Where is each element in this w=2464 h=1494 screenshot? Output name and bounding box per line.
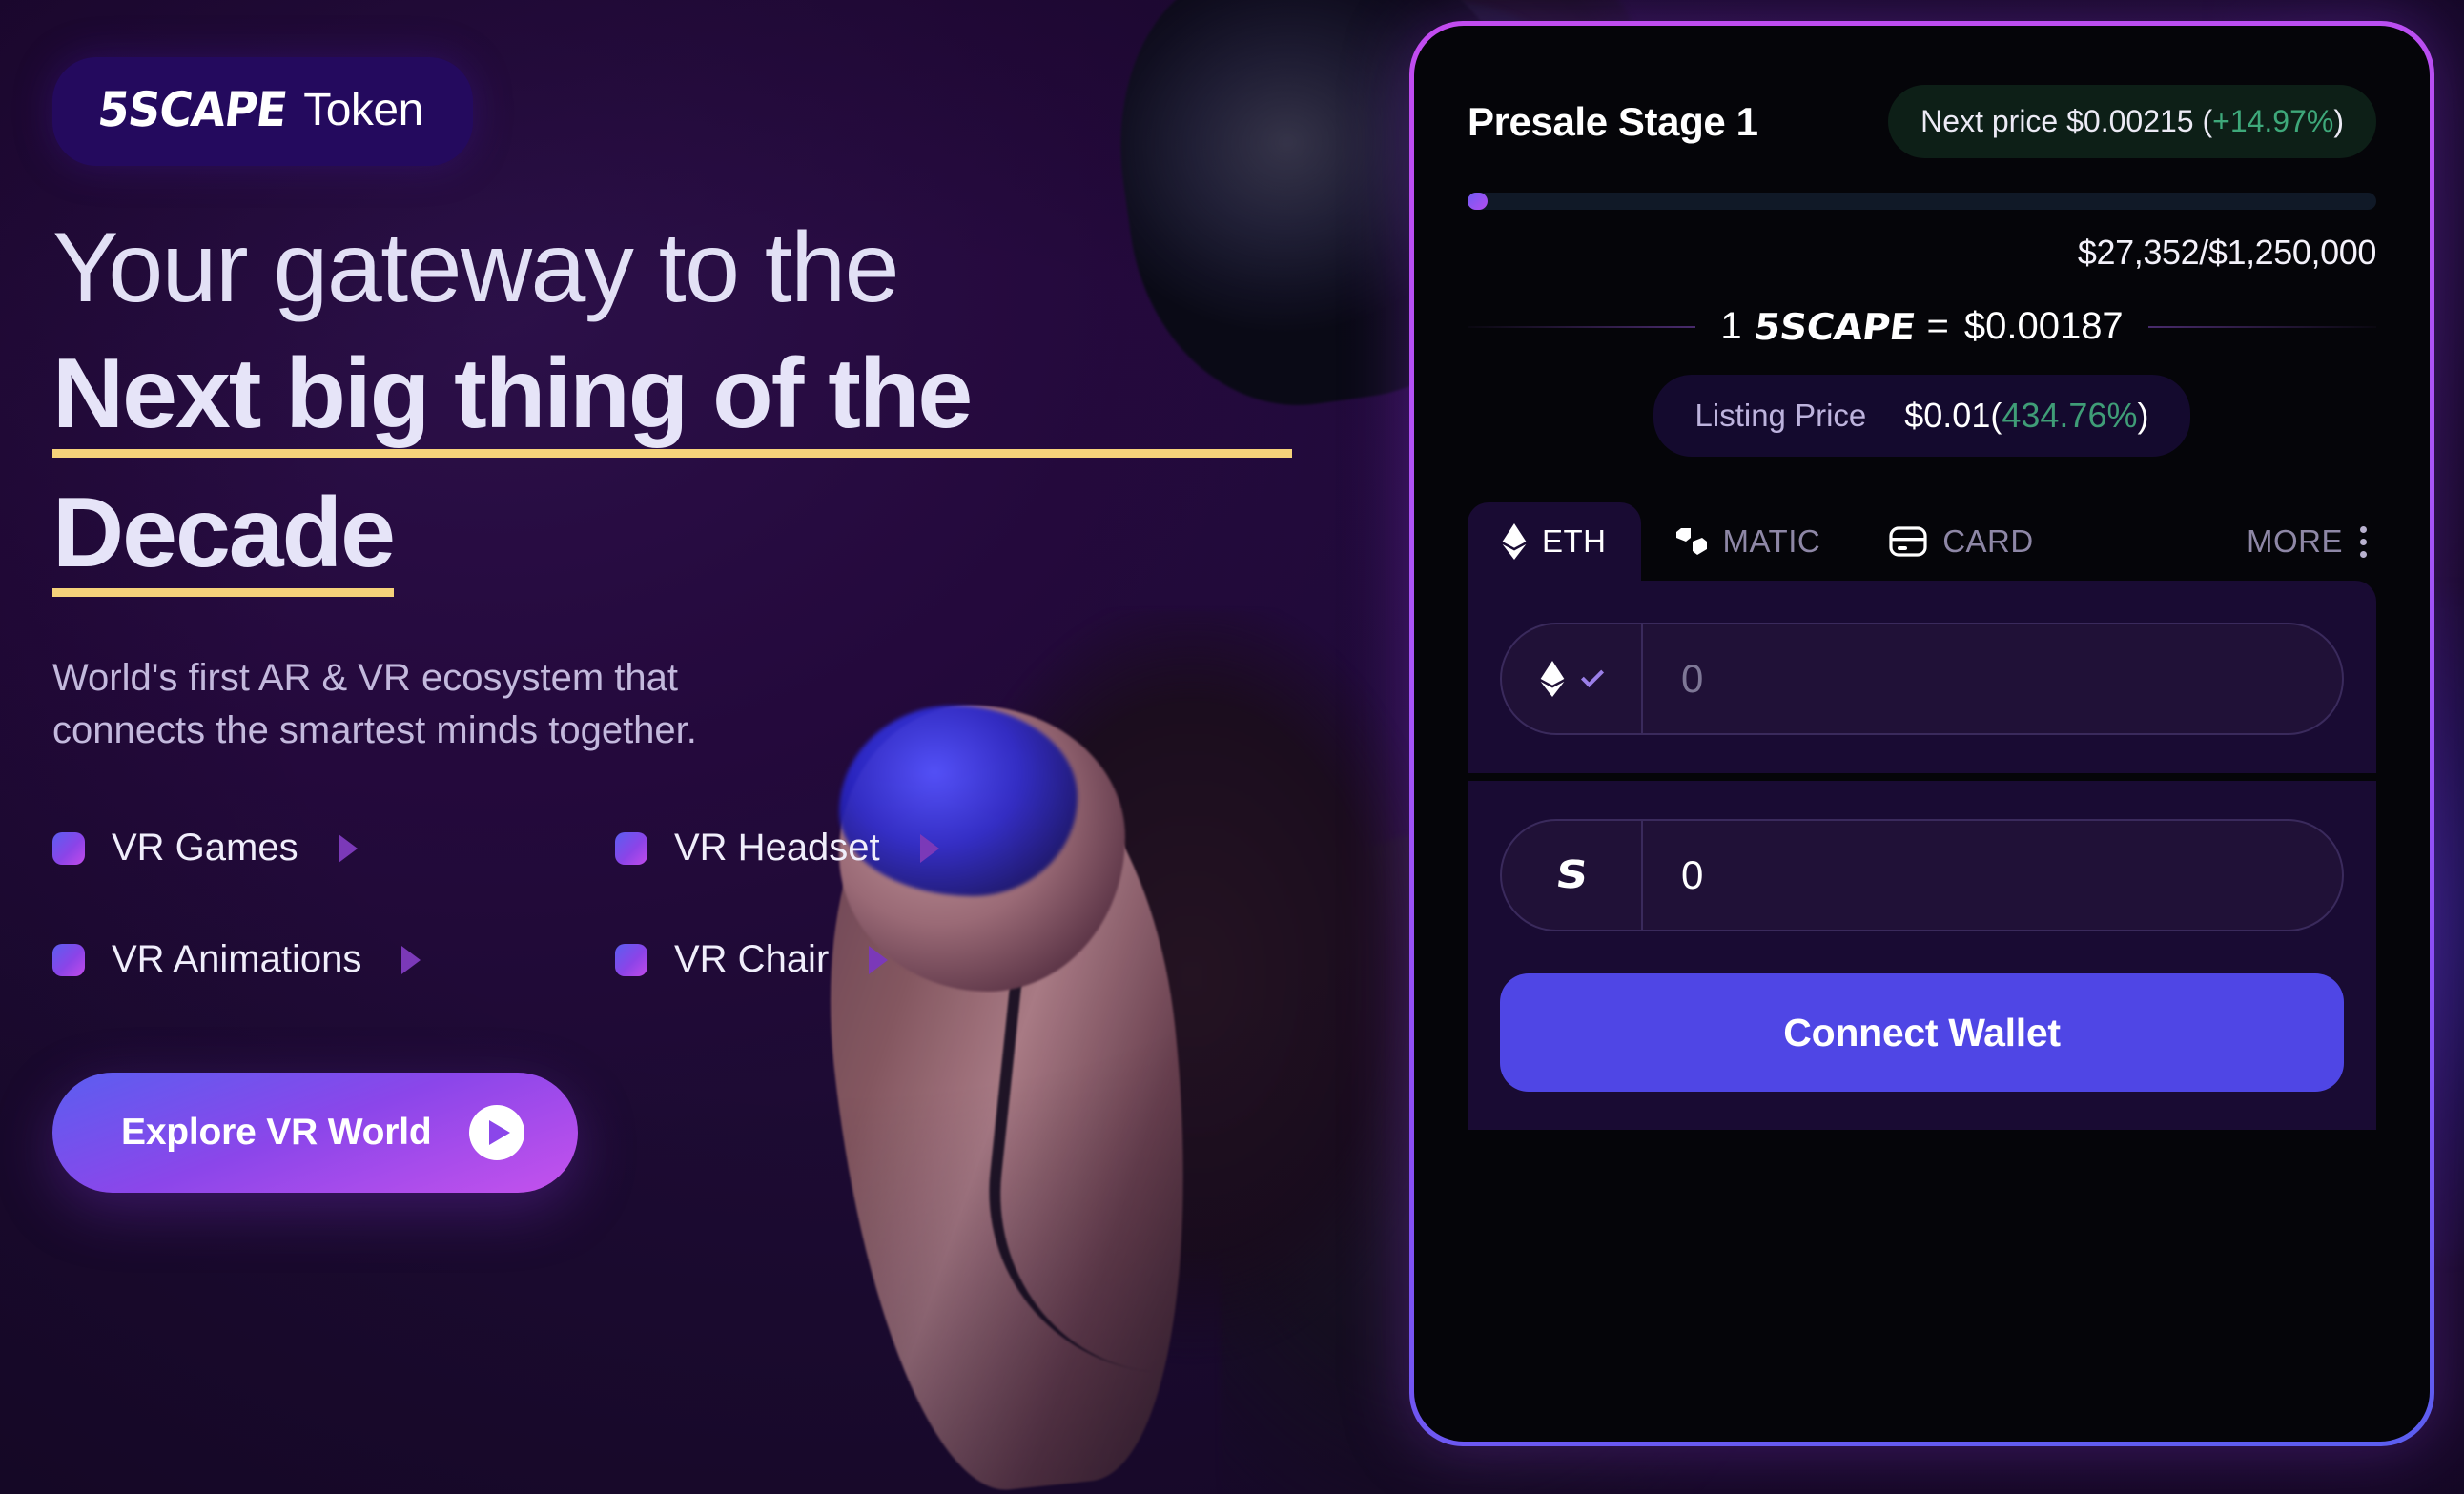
kebab-menu-icon[interactable]	[2360, 525, 2367, 558]
presale-widget: Presale Stage 1 Next price $0.00215 (+14…	[1409, 21, 2434, 1446]
ethereum-icon	[1540, 661, 1565, 697]
feature-label: VR Chair	[674, 938, 830, 981]
listing-paren-close: )	[2137, 396, 2149, 435]
square-gradient-icon	[615, 943, 647, 976]
listing-paren-open: (	[1990, 396, 2002, 435]
headline-line-2: Next big thing of the	[52, 343, 1292, 459]
progress-fill	[1468, 193, 1488, 210]
page-title: Your gateway to the Next big thing of th…	[52, 213, 1292, 598]
tab-eth[interactable]: ETH	[1468, 502, 1641, 581]
brand-logo-mark: 5SCAPE	[94, 82, 290, 137]
feature-label: VR Animations	[112, 938, 362, 981]
play-arrow-icon	[401, 945, 421, 974]
next-price-prefix: Next price $0.00215 (	[1920, 104, 2213, 138]
rate-equals: =	[1926, 305, 1949, 347]
next-price-suffix: )	[2333, 104, 2344, 138]
progress-amount-label: $27,352/$1,250,000	[2077, 233, 2377, 272]
hero-content: 5SCAPE Token Your gateway to the Next bi…	[52, 57, 1292, 1194]
square-gradient-icon	[615, 831, 647, 865]
presale-stage-title: Presale Stage 1	[1468, 98, 1758, 144]
feature-item-vr-animations[interactable]: VR Animations	[52, 938, 615, 981]
feature-item-vr-headset[interactable]: VR Headset	[615, 827, 1178, 870]
headline-line-3: Decade	[52, 482, 396, 598]
next-price-badge: Next price $0.00215 (+14.97%)	[1888, 85, 2376, 158]
feature-label: VR Games	[112, 827, 298, 870]
ethereum-icon	[1502, 523, 1527, 560]
divider-left	[1468, 325, 1696, 328]
tab-more-label: MORE	[2247, 523, 2343, 559]
receive-amount-input[interactable]	[1643, 821, 2342, 930]
play-arrow-icon	[869, 945, 889, 974]
subtitle-line-2: connects the smartest minds together.	[52, 708, 697, 751]
5scape-token-icon: S	[1552, 853, 1591, 897]
hero-section: 5SCAPE Token Your gateway to the Next bi…	[0, 0, 2464, 1494]
next-price-percent: +14.97%	[2212, 104, 2334, 138]
tab-more[interactable]: MORE	[2228, 502, 2376, 581]
headline-line-1: Your gateway to the	[52, 213, 899, 323]
payment-method-tabs: ETH MATIC CARD MORE	[1468, 502, 2376, 581]
rate-quantity: 1	[1720, 305, 1742, 347]
brand-logo-word: Token	[303, 84, 423, 135]
listing-price-badge: Listing Price $0.01(434.76%)	[1653, 375, 2191, 457]
tab-matic[interactable]: MATIC	[1641, 502, 1856, 581]
token-rate: 1 5SCAPE = $0.00187	[1720, 305, 2123, 348]
connect-wallet-button[interactable]: Connect Wallet	[1500, 973, 2344, 1092]
rate-token-logo: 5SCAPE	[1751, 305, 1918, 348]
credit-card-icon	[1889, 526, 1927, 557]
chevron-down-icon	[1580, 664, 1605, 688]
receive-amount-field[interactable]: S	[1500, 819, 2344, 931]
progress-track	[1468, 193, 2376, 210]
subtitle-line-1: World's first AR & VR ecosystem that	[52, 657, 678, 700]
feature-list: VR Games VR Headset VR Animations VR Cha…	[52, 827, 1292, 981]
square-gradient-icon	[52, 831, 85, 865]
feature-label: VR Headset	[674, 827, 880, 870]
square-gradient-icon	[52, 943, 85, 976]
pay-amount-input[interactable]	[1643, 624, 2342, 733]
rate-price: $0.00187	[1963, 305, 2124, 347]
divider-right	[2147, 325, 2376, 328]
receive-currency-icon: S	[1502, 821, 1643, 930]
play-arrow-icon	[338, 833, 358, 863]
listing-price-label: Listing Price	[1694, 398, 1867, 433]
play-circle-icon	[469, 1105, 525, 1161]
presale-progress: $27,352/$1,250,000	[1468, 193, 2376, 273]
tab-eth-label: ETH	[1542, 523, 1607, 559]
listing-price-row: Listing Price $0.01(434.76%)	[1468, 375, 2376, 457]
hero-subtitle: World's first AR & VR ecosystem that con…	[52, 652, 911, 756]
polygon-icon	[1675, 525, 1708, 558]
listing-price-value: $0.01(434.76%)	[1904, 396, 2148, 436]
explore-vr-world-label: Explore VR World	[121, 1112, 432, 1154]
explore-vr-world-button[interactable]: Explore VR World	[52, 1073, 579, 1194]
presale-widget-body: Presale Stage 1 Next price $0.00215 (+14…	[1414, 26, 2430, 1442]
tab-matic-label: MATIC	[1722, 523, 1821, 559]
pay-amount-field[interactable]	[1500, 623, 2344, 735]
pay-currency-selector[interactable]	[1502, 624, 1643, 733]
listing-price-amount: $0.01	[1904, 396, 1991, 435]
tab-card-label: CARD	[1942, 523, 2034, 559]
pay-amount-panel	[1468, 581, 2376, 773]
tab-card[interactable]: CARD	[1855, 502, 2068, 581]
listing-price-percent: 434.76%	[2002, 396, 2138, 435]
feature-item-vr-games[interactable]: VR Games	[52, 827, 615, 870]
receive-amount-panel: S Connect Wallet	[1468, 781, 2376, 1130]
presale-header: Presale Stage 1 Next price $0.00215 (+14…	[1468, 85, 2376, 158]
play-arrow-icon	[919, 833, 939, 863]
brand-logo-badge[interactable]: 5SCAPE Token	[52, 57, 473, 166]
feature-item-vr-chair[interactable]: VR Chair	[615, 938, 1178, 981]
token-rate-row: 1 5SCAPE = $0.00187	[1468, 305, 2376, 348]
